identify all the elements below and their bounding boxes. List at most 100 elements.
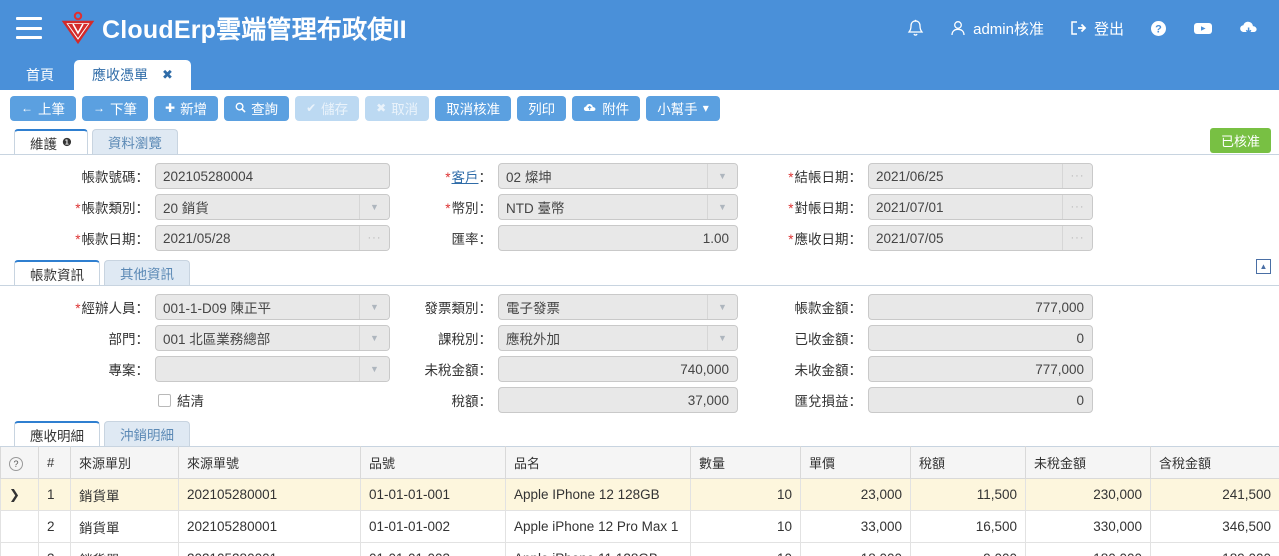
add-button[interactable]: ✚ 新增 <box>154 96 218 121</box>
customer-link[interactable]: 客戶 <box>452 170 479 185</box>
chevron-down-icon[interactable]: ▼ <box>359 326 389 350</box>
date-picker-icon[interactable]: ··· <box>359 226 389 250</box>
currency-input[interactable]: NTD 臺幣 ▼ <box>498 194 738 220</box>
tab-data-browse[interactable]: 資料瀏覽 <box>92 129 178 154</box>
field-closing-date-label: *結帳日期： <box>772 166 868 186</box>
date-picker-icon[interactable]: ··· <box>1062 226 1092 250</box>
plus-icon: ✚ <box>165 102 175 114</box>
table-row[interactable]: 2 銷貨單 202105280001 01-01-01-002 Apple iP… <box>1 511 1279 543</box>
tab-home[interactable]: 首頁 <box>8 60 72 90</box>
grid-col-index[interactable]: # <box>39 447 71 479</box>
collapse-panel-icon[interactable]: ▲ <box>1256 259 1271 274</box>
print-button[interactable]: 列印 <box>517 96 566 121</box>
grid-col-taxed[interactable]: 含稅金額 <box>1151 447 1279 479</box>
tab-other-info[interactable]: 其他資訊 <box>104 260 190 285</box>
field-customer: *客戶： 02 燦坤 ▼ <box>412 163 738 189</box>
unreceived-amount-input[interactable]: 777,000 <box>868 356 1093 382</box>
maintenance-tabs: 維護 ❶ 資料瀏覽 已核准 <box>0 126 1279 154</box>
chevron-down-icon[interactable]: ▼ <box>707 295 737 319</box>
exchange-rate-input[interactable]: 1.00 <box>498 225 738 251</box>
account-no-input[interactable]: 202105280004 <box>155 163 390 189</box>
grid-col-untaxed[interactable]: 未稅金額 <box>1026 447 1151 479</box>
account-type-input[interactable]: 20 銷貨 ▼ <box>155 194 390 220</box>
table-row[interactable]: 3 銷貨單 202105280001 01-01-01-003 Apple iP… <box>1 543 1279 556</box>
grid-col-tax[interactable]: 稅額 <box>911 447 1026 479</box>
handler-value: 001-1-D09 陳正平 <box>156 297 359 317</box>
project-input[interactable]: ▼ <box>155 356 390 382</box>
video-button[interactable] <box>1193 21 1213 36</box>
tax-amount-input[interactable]: 37,000 <box>498 387 738 413</box>
chevron-down-icon[interactable]: ▼ <box>359 195 389 219</box>
received-amount-input[interactable]: 0 <box>868 325 1093 351</box>
tab-receivable-detail[interactable]: 應收明細 <box>14 421 100 446</box>
tab-writeoff-detail-label: 沖銷明細 <box>120 424 174 444</box>
account-amount-input[interactable]: 777,000 <box>868 294 1093 320</box>
grid-col-source-no[interactable]: 來源單號 <box>179 447 361 479</box>
grid-col-qty[interactable]: 數量 <box>691 447 801 479</box>
closing-date-input[interactable]: 2021/06/25 ··· <box>868 163 1093 189</box>
help-icon[interactable]: ? <box>9 457 23 471</box>
info-row-2: 部門： 001 北區業務總部 ▼ 課稅別： 應稅外加 ▼ 已收金額： 0 <box>0 323 1279 353</box>
received-amount-value: 0 <box>869 331 1092 346</box>
action-toolbar: ← 上筆 → 下筆 ✚ 新增 查詢 ✔ 儲存 ✖ 取消 取消核准 列印 附件 <box>0 90 1279 126</box>
tab-receivable-voucher[interactable]: 應收憑單 ✖ <box>74 60 191 90</box>
tab-writeoff-detail[interactable]: 沖銷明細 <box>104 421 190 446</box>
save-button[interactable]: ✔ 儲存 <box>295 96 359 121</box>
grid-col-item-no[interactable]: 品號 <box>361 447 506 479</box>
grid-col-item-name[interactable]: 品名 <box>506 447 691 479</box>
department-input[interactable]: 001 北區業務總部 ▼ <box>155 325 390 351</box>
form-row-1: 帳款號碼： 202105280004 *客戶： 02 燦坤 ▼ *結帳日期： 2… <box>0 161 1279 191</box>
help-button[interactable]: ? <box>1150 20 1167 37</box>
hamburger-icon[interactable] <box>16 17 42 39</box>
customer-input[interactable]: 02 燦坤 ▼ <box>498 163 738 189</box>
untaxed-amount-input[interactable]: 740,000 <box>498 356 738 382</box>
grid-col-help[interactable]: ? <box>1 447 39 479</box>
chevron-down-icon[interactable]: ▼ <box>707 195 737 219</box>
row-marker: ❯ <box>1 479 39 511</box>
field-currency-label: *幣別： <box>412 197 498 217</box>
tab-account-info[interactable]: 帳款資訊 <box>14 260 100 285</box>
logout-button[interactable]: 登出 <box>1070 18 1124 39</box>
chevron-down-icon[interactable]: ▼ <box>707 326 737 350</box>
date-picker-icon[interactable]: ··· <box>1062 195 1092 219</box>
table-row[interactable]: ❯ 1 銷貨單 202105280001 01-01-01-001 Apple … <box>1 479 1279 511</box>
grid-col-source-type[interactable]: 來源單別 <box>71 447 179 479</box>
chevron-down-icon[interactable]: ▼ <box>359 295 389 319</box>
settled-checkbox[interactable] <box>158 394 171 407</box>
field-exchange-gain-loss: 匯兌損益： 0 <box>772 387 1093 413</box>
field-department: 部門： 001 北區業務總部 ▼ <box>0 325 390 351</box>
row-item-no: 01-01-01-002 <box>361 511 506 543</box>
reconcile-date-input[interactable]: 2021/07/01 ··· <box>868 194 1093 220</box>
next-record-button[interactable]: → 下筆 <box>82 96 148 121</box>
notifications-button[interactable] <box>907 19 924 38</box>
prev-record-button[interactable]: ← 上筆 <box>10 96 76 121</box>
cancel-button[interactable]: ✖ 取消 <box>365 96 429 121</box>
close-icon[interactable]: ✖ <box>162 67 173 83</box>
attachment-button[interactable]: 附件 <box>572 96 640 121</box>
account-type-value: 20 銷貨 <box>156 197 359 217</box>
closing-date-value: 2021/06/25 <box>869 169 1062 184</box>
handler-input[interactable]: 001-1-D09 陳正平 ▼ <box>155 294 390 320</box>
download-button[interactable] <box>1239 20 1259 36</box>
field-handler: *經辦人員： 001-1-D09 陳正平 ▼ <box>0 294 390 320</box>
receivable-date-input[interactable]: 2021/07/05 ··· <box>868 225 1093 251</box>
revoke-approval-button[interactable]: 取消核准 <box>435 96 511 121</box>
youtube-icon <box>1193 21 1213 36</box>
chevron-down-icon[interactable]: ▼ <box>707 164 737 188</box>
field-exchange-rate-label: 匯率： <box>412 228 498 248</box>
exchange-gain-loss-input[interactable]: 0 <box>868 387 1093 413</box>
invoice-type-input[interactable]: 電子發票 ▼ <box>498 294 738 320</box>
date-picker-icon[interactable]: ··· <box>1062 164 1092 188</box>
tax-type-input[interactable]: 應稅外加 ▼ <box>498 325 738 351</box>
row-price: 33,000 <box>801 511 911 543</box>
user-menu-button[interactable]: admin核准 <box>950 18 1044 39</box>
account-date-input[interactable]: 2021/05/28 ··· <box>155 225 390 251</box>
tab-maintenance[interactable]: 維護 ❶ <box>14 129 88 154</box>
grid-col-price[interactable]: 單價 <box>801 447 911 479</box>
assistant-button[interactable]: 小幫手 ▾ <box>646 96 720 121</box>
chevron-down-icon[interactable]: ▼ <box>359 357 389 381</box>
search-button[interactable]: 查詢 <box>224 96 289 121</box>
row-untaxed: 330,000 <box>1026 511 1151 543</box>
save-label: 儲存 <box>321 98 348 118</box>
settled-checkbox-row[interactable]: 結清 <box>158 390 204 410</box>
